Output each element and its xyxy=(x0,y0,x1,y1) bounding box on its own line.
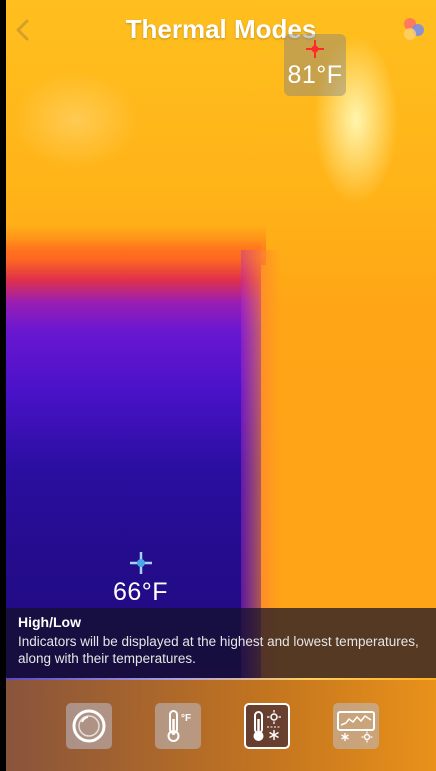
lens-icon xyxy=(72,709,106,743)
crosshair-icon xyxy=(306,40,324,58)
crosshair-icon xyxy=(130,552,152,574)
color-palette-icon xyxy=(402,18,428,44)
svg-text:°F: °F xyxy=(181,713,191,724)
mode-info-description: Indicators will be displayed at the high… xyxy=(18,634,419,666)
high-temp-indicator: 81°F xyxy=(284,34,346,96)
mode-info-title: High/Low xyxy=(18,614,81,630)
palette-button[interactable] xyxy=(402,18,428,44)
mode-button-lens[interactable] xyxy=(66,703,112,749)
high-temp-value: 81°F xyxy=(287,61,343,89)
page-title: Thermal Modes xyxy=(125,14,317,44)
mode-toolbar: °F xyxy=(6,680,436,771)
thermometer-fahrenheit-icon: °F xyxy=(167,710,191,742)
temperature-graph-icon xyxy=(337,711,375,743)
high-low-thermometer-icon xyxy=(253,710,281,741)
mode-button-high-low[interactable] xyxy=(244,703,290,749)
mode-button-graph[interactable] xyxy=(333,703,379,749)
low-temp-value: 66°F xyxy=(113,578,169,606)
thermal-view: Thermal Modes 81°F 66°F High/Low Indicat… xyxy=(6,0,436,771)
mode-info-panel: High/Low Indicators will be displayed at… xyxy=(6,608,436,680)
mode-button-spot-temp[interactable]: °F xyxy=(155,703,201,749)
